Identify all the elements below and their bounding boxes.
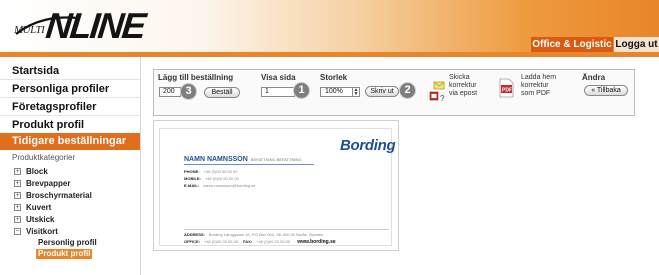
categories-title: Produktkategorier [12, 153, 76, 162]
logout-tab[interactable]: Logga ut [614, 37, 659, 52]
back-button[interactable]: « Tillbaka [584, 85, 628, 96]
category-brevpapper[interactable]: + Brevpapper [14, 178, 70, 189]
step-marker-1: 1 [293, 82, 310, 99]
pdf-icon[interactable]: PDF [499, 78, 514, 98]
category-visitkort[interactable]: − Visitkort [14, 226, 58, 237]
category-label: Broschyrmaterial [26, 191, 92, 200]
subcategory-produkt-profil[interactable]: Produkt profil [36, 249, 93, 259]
step-marker-2: 2 [399, 82, 416, 99]
collapse-icon[interactable]: − [14, 228, 21, 235]
card-name: NAMN NAMNSSON BEFATTNING BEFATTNING [184, 156, 302, 163]
category-utskick[interactable]: + Utskick [14, 214, 54, 225]
card-name-text: NAMN NAMNSSON [184, 156, 248, 163]
card-divider [184, 164, 314, 165]
size-value: 100% [325, 88, 343, 95]
expand-icon[interactable]: + [14, 216, 21, 223]
business-card: Bording NAMN NAMNSSON BEFATTNING BEFATTNI… [159, 128, 396, 246]
category-kuvert[interactable]: + Kuvert [14, 202, 51, 213]
category-block[interactable]: + Block [14, 166, 48, 177]
email-proof-label[interactable]: Skicka korrektur via epost [449, 74, 477, 98]
subcategory-personlig-profil[interactable]: Personlig profil [36, 238, 99, 248]
card-website: www.bording.se [297, 239, 336, 245]
proof-preview: Bording NAMN NAMNSSON BEFATTNING BEFATTNI… [153, 120, 399, 251]
expand-icon[interactable]: + [14, 168, 21, 175]
quantity-input[interactable]: 200 [159, 87, 181, 97]
category-label: Kuvert [26, 203, 52, 212]
sidebar-item-personliga-profiler[interactable]: Personliga profiler [0, 81, 140, 98]
card-title: BEFATTNING BEFATTNING [250, 157, 302, 162]
email-icon[interactable]: ? [429, 81, 445, 103]
svg-text:?: ? [440, 94, 445, 103]
card-office: OFFICE: +46 (0)00 00 00 00 FAX: +46 (0)00 … [184, 239, 336, 245]
size-select[interactable]: 100% ▲ ▼ [320, 87, 360, 97]
logo[interactable]: MULTI NLINE [14, 5, 147, 46]
category-label: Block [26, 167, 48, 176]
card-mobile: MOBILE: +46 (0)00 00 00 00 [184, 176, 239, 181]
size-label: Storlek [320, 73, 348, 82]
pdf-proof-label[interactable]: Ladda hem korrektur som PDF [521, 74, 556, 98]
page-input[interactable]: 1 [261, 87, 295, 97]
print-button[interactable]: Skriv ut [365, 86, 399, 97]
expand-icon[interactable]: + [14, 180, 21, 187]
category-label: Brevpapper [26, 179, 71, 188]
category-label: Visitkort [26, 227, 58, 236]
tab-office-logistic[interactable]: Office & Logistic [531, 37, 613, 52]
order-toolbar: Lägg till beställning 200 3 Beställ Visa… [153, 69, 635, 116]
sidebar-item-tidigare-bestallningar[interactable]: Tidigare beställningar [0, 133, 140, 150]
header: MULTI NLINE Office & Logistic Logga ut [0, 0, 659, 52]
sidebar: Startsida Personliga profiler Företagspr… [0, 57, 141, 275]
step-marker-3: 3 [180, 83, 197, 100]
stepper-icon[interactable]: ▲ ▼ [352, 88, 359, 97]
change-label: Ändra [582, 73, 606, 82]
brand-logo: Bording [340, 137, 396, 154]
logo-text: NLINE [44, 5, 147, 46]
sidebar-item-foretagsprofiler[interactable]: Företagsprofiler [0, 99, 140, 116]
sidebar-item-produkt-profil[interactable]: Produkt profil [0, 117, 140, 134]
card-address: ADDRESS: Bording Läroggatan 16, P.O Box 0… [184, 232, 324, 237]
expand-icon[interactable]: + [14, 204, 21, 211]
card-email: E-MAIL: namn.namnsson@bording.se [184, 183, 256, 188]
sidebar-item-startsida[interactable]: Startsida [0, 63, 140, 80]
page-label: Visa sida [261, 73, 296, 82]
category-label: Utskick [26, 215, 55, 224]
card-footer-divider [184, 229, 389, 230]
order-button[interactable]: Beställ [204, 87, 240, 98]
order-label: Lägg till beställning [158, 73, 234, 82]
card-phone: PHONE: +46 (0)00 00 00 00 [184, 169, 238, 174]
svg-text:PDF: PDF [502, 88, 512, 94]
expand-icon[interactable]: + [14, 192, 21, 199]
category-broschyrmaterial[interactable]: + Broschyrmaterial [14, 190, 92, 201]
